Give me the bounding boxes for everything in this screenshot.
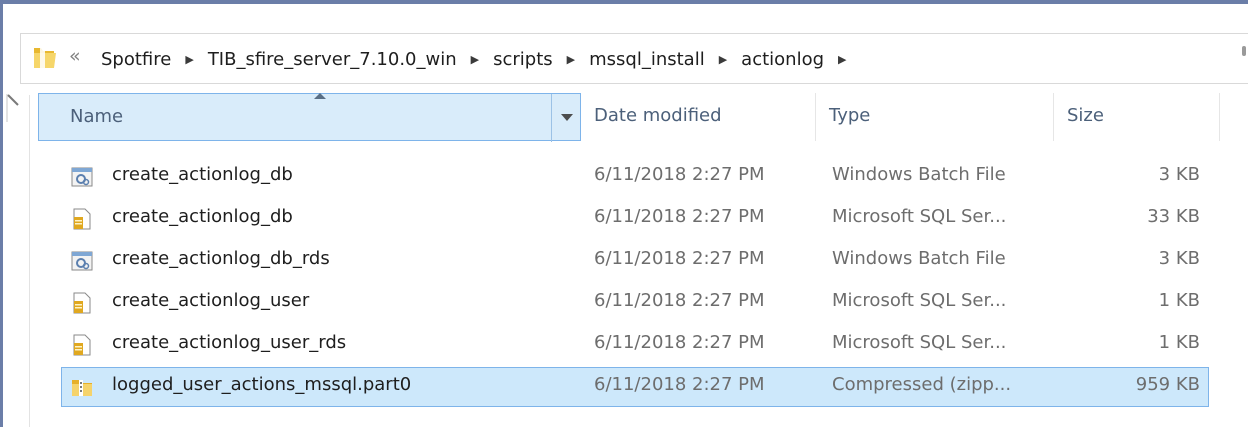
chevron-down-icon: [561, 114, 573, 121]
column-filter-dropdown[interactable]: [551, 94, 582, 142]
breadcrumb-item-server[interactable]: TIB_sfire_server_7.10.0_win: [208, 49, 457, 70]
sort-ascending-icon: [314, 93, 326, 99]
file-row[interactable]: create_actionlog_db 6/11/2018 2:27 PM Wi…: [38, 157, 1220, 199]
breadcrumb: Spotfire ▶ TIB_sfire_server_7.10.0_win ▶…: [101, 34, 861, 85]
batch-file-icon: [71, 251, 93, 271]
file-date: 6/11/2018 2:27 PM: [594, 374, 765, 395]
file-date: 6/11/2018 2:27 PM: [594, 206, 765, 227]
column-header-name-label: Name: [70, 106, 124, 127]
breadcrumb-item-scripts[interactable]: scripts: [493, 49, 553, 70]
zip-folder-icon: [72, 380, 92, 396]
batch-file-icon: [71, 167, 93, 187]
window-frame-top: [0, 0, 1248, 4]
file-type: Windows Batch File: [832, 164, 1006, 185]
window-frame-left: [0, 0, 3, 427]
file-name: create_actionlog_user: [112, 290, 310, 311]
pane-splitter-icon[interactable]: [6, 93, 20, 123]
file-type: Compressed (zipp...: [832, 374, 1012, 395]
file-list: create_actionlog_db 6/11/2018 2:27 PM Wi…: [38, 157, 1220, 409]
sql-file-icon: [73, 208, 91, 230]
file-row[interactable]: create_actionlog_db_rds 6/11/2018 2:27 P…: [38, 241, 1220, 283]
breadcrumb-item-actionlog[interactable]: actionlog: [741, 49, 824, 70]
scroll-indicator: [1242, 46, 1246, 56]
column-header-type[interactable]: Type: [816, 93, 1054, 141]
file-size: 3 KB: [1158, 248, 1200, 269]
column-header-size-label: Size: [1067, 105, 1104, 126]
sql-file-icon: [73, 292, 91, 314]
file-row[interactable]: create_actionlog_user 6/11/2018 2:27 PM …: [38, 283, 1220, 325]
file-size: 3 KB: [1158, 164, 1200, 185]
breadcrumb-separator-icon[interactable]: ▶: [185, 53, 193, 66]
column-header-date-label: Date modified: [594, 105, 722, 126]
file-name: create_actionlog_user_rds: [112, 332, 347, 353]
breadcrumb-separator-icon[interactable]: ▶: [719, 53, 727, 66]
file-date: 6/11/2018 2:27 PM: [594, 290, 765, 311]
sql-file-icon: [73, 334, 91, 356]
file-size: 1 KB: [1158, 290, 1200, 311]
file-type: Microsoft SQL Ser...: [832, 206, 1007, 227]
column-header-size[interactable]: Size: [1054, 93, 1220, 141]
column-header-row: Name Date modified Type Size: [38, 93, 1220, 142]
file-type: Microsoft SQL Ser...: [832, 332, 1007, 353]
column-header-date[interactable]: Date modified: [581, 93, 816, 141]
file-date: 6/11/2018 2:27 PM: [594, 248, 765, 269]
file-name: create_actionlog_db: [112, 164, 293, 185]
file-type: Windows Batch File: [832, 248, 1006, 269]
column-header-name[interactable]: Name: [38, 93, 582, 142]
file-size: 1 KB: [1158, 332, 1200, 353]
address-bar[interactable]: « Spotfire ▶ TIB_sfire_server_7.10.0_win…: [20, 33, 1248, 84]
file-size: 959 KB: [1135, 374, 1200, 395]
file-date: 6/11/2018 2:27 PM: [594, 164, 765, 185]
breadcrumb-item-mssql-install[interactable]: mssql_install: [589, 49, 705, 70]
breadcrumb-item-spotfire[interactable]: Spotfire: [101, 49, 171, 70]
column-header-type-label: Type: [829, 105, 871, 126]
file-row-selected[interactable]: logged_user_actions_mssql.part0 6/11/201…: [38, 367, 1220, 409]
breadcrumb-separator-icon[interactable]: ▶: [838, 53, 846, 66]
overflow-chevron[interactable]: «: [69, 45, 81, 67]
file-name: create_actionlog_db: [112, 206, 293, 227]
file-type: Microsoft SQL Ser...: [832, 290, 1007, 311]
file-date: 6/11/2018 2:27 PM: [594, 332, 765, 353]
file-row[interactable]: create_actionlog_db 6/11/2018 2:27 PM Mi…: [38, 199, 1220, 241]
breadcrumb-separator-icon[interactable]: ▶: [567, 53, 575, 66]
breadcrumb-separator-icon[interactable]: ▶: [471, 53, 479, 66]
navigation-pane-divider: [29, 95, 30, 427]
file-name: create_actionlog_db_rds: [112, 248, 330, 269]
file-row[interactable]: create_actionlog_user_rds 6/11/2018 2:27…: [38, 325, 1220, 367]
folder-icon: [34, 46, 56, 68]
file-size: 33 KB: [1147, 206, 1200, 227]
file-name: logged_user_actions_mssql.part0: [112, 374, 412, 395]
